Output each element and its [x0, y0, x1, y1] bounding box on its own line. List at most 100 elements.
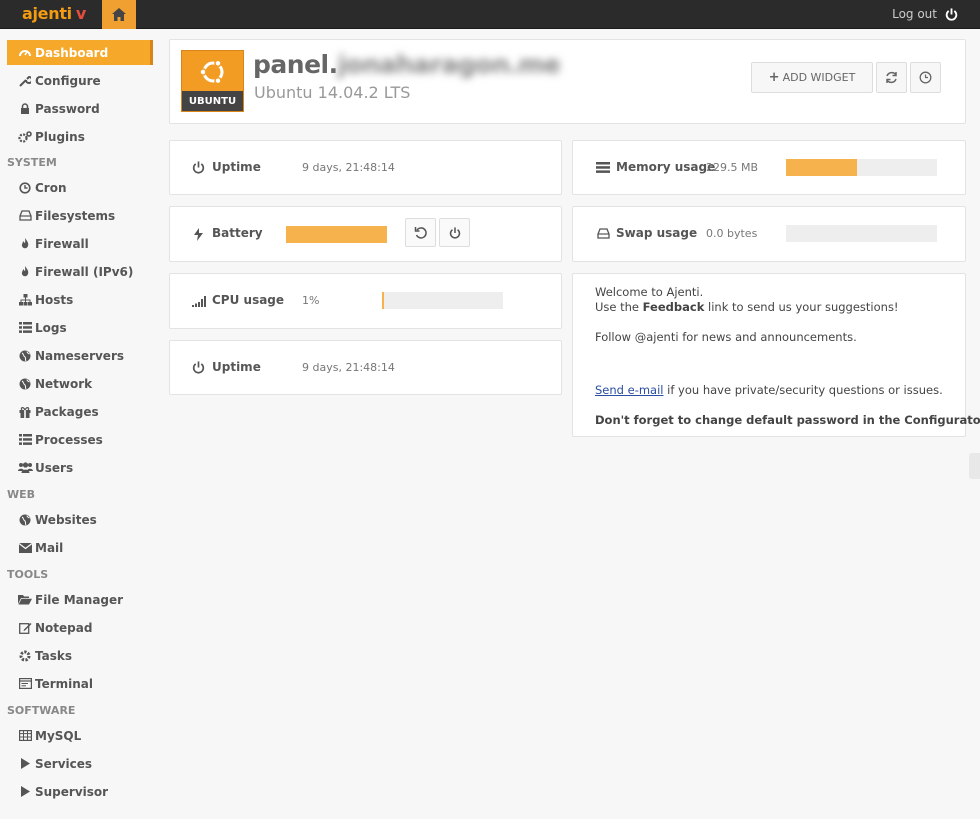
- uptime-widget: Uptime 9 days, 21:48:14: [169, 140, 562, 195]
- welcome-text: if you have private/security questions o…: [663, 383, 943, 397]
- sidebar-item-label: Terminal: [35, 676, 94, 691]
- clock-icon: [919, 71, 932, 84]
- uptime-value: 9 days, 21:48:14: [302, 161, 395, 174]
- sidebar-item-label: Configure: [35, 73, 101, 88]
- sidebar-item-label: Supervisor: [35, 784, 109, 799]
- power-icon: [191, 360, 205, 374]
- sidebar-item-label: Dashboard: [35, 45, 109, 60]
- hdd-icon: [595, 227, 611, 239]
- sidebar-item-logs[interactable]: Logs: [7, 315, 153, 340]
- sidebar-item-notepad[interactable]: Notepad: [7, 615, 153, 640]
- sidebar-item-label: MySQL: [35, 728, 82, 743]
- sidebar-item-websites[interactable]: Websites: [7, 507, 153, 532]
- sidebar-item-users[interactable]: Users: [7, 455, 153, 480]
- swap-value: 0.0 bytes: [706, 227, 758, 240]
- memory-icon: [595, 161, 611, 173]
- sidebar-item-nameservers[interactable]: Nameservers: [7, 343, 153, 368]
- undo-icon: [414, 227, 427, 239]
- sidebar-item-services[interactable]: Services: [7, 751, 153, 776]
- power-icon: [449, 226, 460, 239]
- refresh-icon: [886, 71, 897, 84]
- battery-label: Battery: [212, 226, 263, 240]
- sidebar-item-supervisor[interactable]: Supervisor: [7, 779, 153, 804]
- clock-button[interactable]: [910, 62, 941, 93]
- cogs-icon: [17, 130, 33, 144]
- sidebar-item-plugins[interactable]: Plugins: [7, 124, 153, 149]
- welcome-widget: Welcome to Ajenti. Use the Feedback link…: [572, 273, 980, 437]
- wrench-icon: [17, 74, 33, 88]
- send-email-link[interactable]: Send e-mail: [595, 383, 663, 397]
- sidebar-item-label: Network: [35, 376, 93, 391]
- brand-logo[interactable]: ajenti v: [22, 4, 86, 23]
- welcome-text: link to send us your suggestions!: [704, 300, 899, 314]
- play-icon: [17, 757, 33, 771]
- sidebar-item-filesystems[interactable]: Filesystems: [7, 203, 153, 228]
- hostname-redacted: jonaharagon.me: [337, 50, 561, 79]
- cpu-bar-fill: [382, 292, 384, 309]
- logout-button[interactable]: Log out: [892, 7, 958, 21]
- shutdown-button[interactable]: [439, 218, 470, 247]
- sidebar-item-cron[interactable]: Cron: [7, 175, 153, 200]
- battery-widget: Battery: [169, 206, 562, 262]
- sidebar-item-firewall[interactable]: Firewall: [7, 231, 153, 256]
- hostname-prefix: panel.: [253, 50, 338, 79]
- users-icon: [17, 461, 33, 475]
- welcome-follow-line: Follow @ajenti for news and announcement…: [595, 330, 857, 344]
- plus-icon: +: [768, 70, 780, 85]
- sidebar-item-configure[interactable]: Configure: [7, 68, 153, 93]
- signal-icon: [191, 294, 207, 308]
- welcome-line: Welcome to Ajenti.: [595, 285, 704, 299]
- globe-icon: [17, 349, 33, 363]
- sidebar-item-file-manager[interactable]: File Manager: [7, 587, 153, 612]
- section-title-web: WEB: [7, 488, 36, 501]
- add-widget-label: ADD WIDGET: [782, 71, 856, 84]
- sidebar-item-label: Hosts: [35, 292, 74, 307]
- refresh-button[interactable]: [876, 62, 907, 93]
- os-badge-label: UBUNTU: [182, 91, 243, 111]
- sidebar-item-dashboard[interactable]: Dashboard: [7, 40, 153, 65]
- cpu-bar: [382, 292, 503, 309]
- globe-icon: [17, 513, 33, 527]
- sidebar-item-terminal[interactable]: Terminal: [7, 671, 153, 696]
- gift-icon: [17, 405, 33, 419]
- cpu-value: 1%: [302, 294, 320, 307]
- home-icon: [112, 8, 126, 21]
- dashboard-icon: [17, 46, 33, 60]
- sidebar-item-password[interactable]: Password: [7, 96, 153, 121]
- welcome-email-line: Send e-mail if you have private/security…: [595, 383, 943, 397]
- swap-label: Swap usage: [616, 226, 698, 240]
- sidebar-item-processes[interactable]: Processes: [7, 427, 153, 452]
- section-title-tools: TOOLS: [7, 568, 49, 581]
- sidebar-item-tasks[interactable]: Tasks: [7, 643, 153, 668]
- sidebar-item-label: Mail: [35, 540, 64, 555]
- side-collapse-tab[interactable]: [969, 453, 980, 479]
- list-icon: [17, 321, 33, 335]
- sidebar-item-label: Firewall (IPv6): [35, 264, 134, 279]
- home-button[interactable]: [102, 0, 136, 29]
- sidebar-item-label: Nameservers: [35, 348, 125, 363]
- sidebar-item-mail[interactable]: Mail: [7, 535, 153, 560]
- sidebar-item-label: Filesystems: [35, 208, 116, 223]
- logout-label: Log out: [892, 7, 937, 21]
- sidebar-item-mysql[interactable]: MySQL: [7, 723, 153, 748]
- sitemap-icon: [17, 293, 33, 307]
- add-widget-button[interactable]: + ADD WIDGET: [751, 62, 873, 93]
- top-bar: ajenti v Log out: [0, 0, 980, 29]
- fire-icon: [17, 265, 33, 279]
- memory-label: Memory usage: [616, 160, 716, 174]
- sidebar-item-hosts[interactable]: Hosts: [7, 287, 153, 312]
- terminal-icon: [17, 677, 33, 691]
- uptime-value: 9 days, 21:48:14: [302, 361, 395, 374]
- bolt-icon: [191, 227, 205, 241]
- cpu-label: CPU usage: [212, 293, 285, 307]
- feedback-text: Feedback: [642, 300, 705, 314]
- sidebar-item-network[interactable]: Network: [7, 371, 153, 396]
- memory-bar-fill: [786, 159, 857, 176]
- sidebar-item-label: Services: [35, 756, 93, 771]
- memory-bar: [786, 159, 937, 176]
- sidebar-item-firewall-ipv6[interactable]: Firewall (IPv6): [7, 259, 153, 284]
- memory-value: 229.5 MB: [706, 161, 759, 174]
- reboot-button[interactable]: [405, 218, 436, 247]
- sidebar-item-packages[interactable]: Packages: [7, 399, 153, 424]
- sidebar-item-label: Packages: [35, 404, 99, 419]
